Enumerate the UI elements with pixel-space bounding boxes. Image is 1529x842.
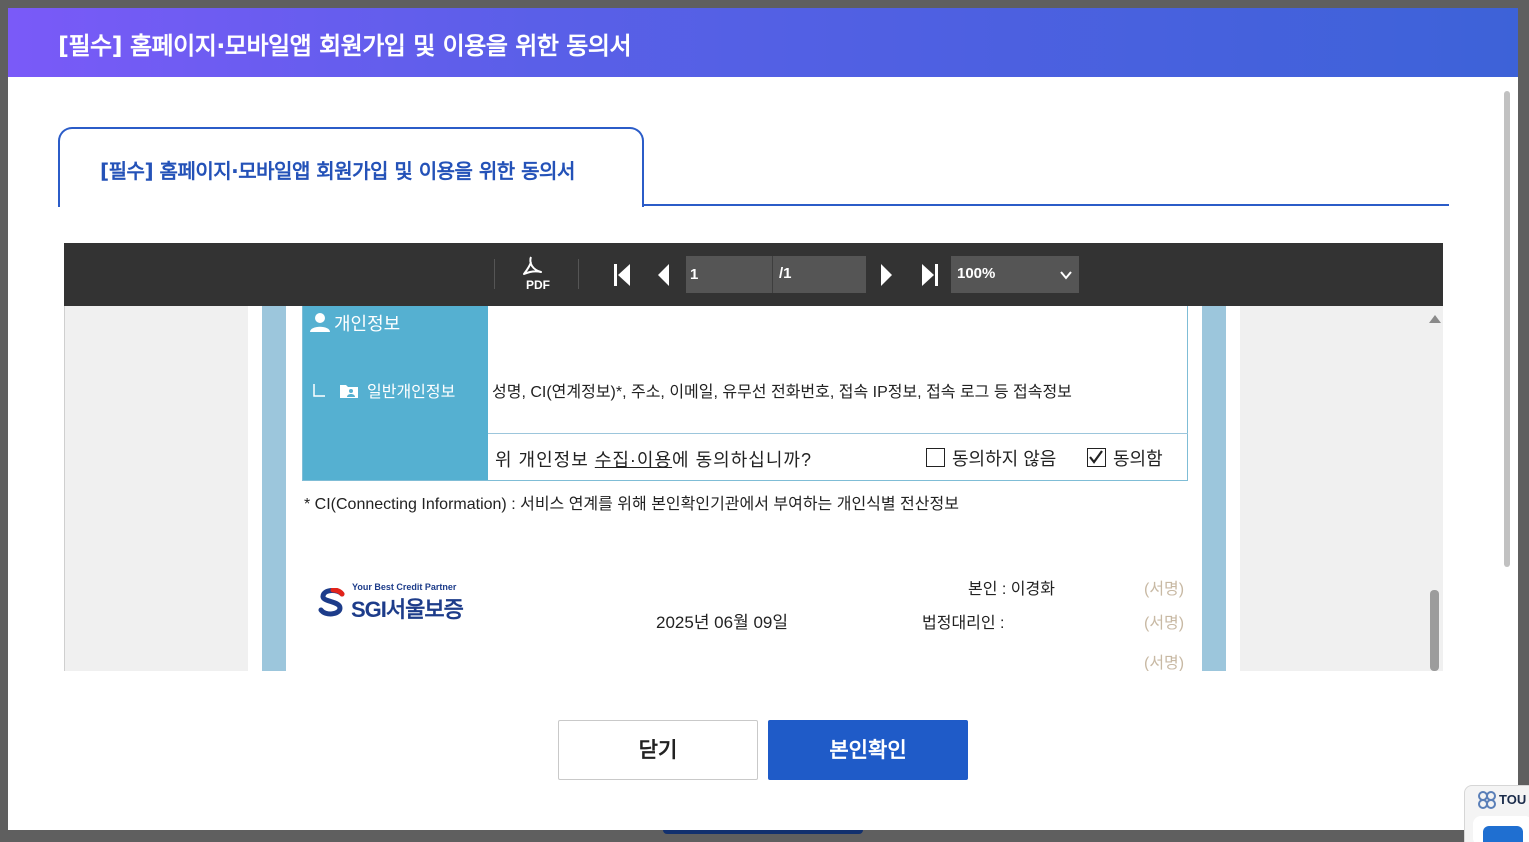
legal-agent-label: 법정대리인 : bbox=[922, 615, 1005, 632]
question-prefix: 위 개인정보 bbox=[495, 450, 595, 470]
modal-scrollbar[interactable] bbox=[1502, 83, 1512, 823]
agree-checkbox[interactable] bbox=[1087, 448, 1106, 467]
pdf-scrollbar-thumb[interactable] bbox=[1430, 590, 1439, 671]
consent-modal: [필수] 홈페이지·모바일앱 회원가입 및 이용을 위한 동의서 [필수] 홈페… bbox=[8, 8, 1518, 830]
pdf-viewer: PDF /1 100% bbox=[64, 243, 1443, 671]
collected-fields: 성명, CI(연계정보)*, 주소, 이메일, 유무선 전화번호, 접속 IP정… bbox=[492, 384, 1072, 401]
modal-header: [필수] 홈페이지·모바일앱 회원가입 및 이용을 위한 동의서 bbox=[8, 8, 1518, 77]
signature-mark: (서명) bbox=[1144, 655, 1185, 671]
category-title: 개인정보 bbox=[334, 314, 401, 334]
document-date: 2025년 06월 09일 bbox=[656, 613, 789, 632]
page-total: /1 bbox=[772, 256, 866, 293]
question-underline: 수집·이용 bbox=[594, 450, 673, 470]
pdf-canvas[interactable]: 개인정보 일반개인정보 성명, CI(연계정보)*, 주소, 이메일, 유무선 … bbox=[64, 306, 1443, 671]
last-page-icon[interactable] bbox=[918, 261, 940, 289]
chevron-down-icon bbox=[1060, 271, 1072, 280]
sgi-logo: Your Best Credit Partner SGI서울보증 bbox=[318, 582, 508, 622]
disagree-checkbox[interactable] bbox=[926, 448, 945, 467]
logo-brand: SGI서울보증 bbox=[351, 597, 464, 622]
question-suffix: 에 동의하십니까? bbox=[672, 450, 812, 470]
next-page-icon[interactable] bbox=[875, 261, 897, 289]
pdf-label: PDF bbox=[526, 278, 550, 292]
zoom-value: 100% bbox=[957, 265, 996, 282]
tab-underline bbox=[642, 204, 1449, 206]
document-content: 개인정보 일반개인정보 성명, CI(연계정보)*, 주소, 이메일, 유무선 … bbox=[64, 306, 1443, 671]
check-icon bbox=[1089, 450, 1103, 464]
scroll-up-arrow-icon[interactable] bbox=[1429, 315, 1441, 323]
page-number-input[interactable] bbox=[686, 256, 772, 293]
ci-footnote: * CI(Connecting Information) : 서비스 연계를 위… bbox=[304, 496, 959, 513]
pdf-scrollbar[interactable] bbox=[1425, 306, 1443, 671]
modal-scrollbar-thumb[interactable] bbox=[1504, 91, 1510, 567]
toolbar-separator bbox=[578, 259, 579, 289]
folder-person-icon bbox=[340, 385, 358, 398]
widget-text: TOU bbox=[1499, 792, 1527, 807]
category-subtitle: 일반개인정보 bbox=[367, 384, 456, 401]
pdf-toolbar: PDF /1 100% bbox=[64, 243, 1443, 306]
agree-label: 동의함 bbox=[1113, 449, 1163, 469]
pdf-icon bbox=[523, 256, 542, 275]
zoom-select[interactable]: 100% bbox=[951, 256, 1079, 293]
floating-widget[interactable]: TOU bbox=[1464, 785, 1529, 842]
pdf-download-button[interactable]: PDF bbox=[520, 255, 556, 295]
widget-card-icon bbox=[1483, 826, 1523, 842]
close-button[interactable]: 닫기 bbox=[558, 720, 758, 780]
tree-branch-icon bbox=[313, 384, 325, 397]
self-label: 본인 : 이경화 bbox=[968, 581, 1055, 598]
person-icon bbox=[310, 313, 330, 332]
prev-page-icon[interactable] bbox=[653, 261, 675, 289]
signature-mark: (서명) bbox=[1144, 615, 1185, 632]
sgi-logo-mark-icon bbox=[318, 588, 345, 617]
toolbar-separator bbox=[494, 259, 495, 289]
signature-mark: (서명) bbox=[1144, 581, 1185, 598]
logo-tagline: Your Best Credit Partner bbox=[352, 582, 457, 592]
consent-question: 위 개인정보 수집·이용에 동의하십니까? bbox=[495, 446, 812, 472]
widget-logo-icon bbox=[1478, 791, 1496, 809]
modal-title: [필수] 홈페이지·모바일앱 회원가입 및 이용을 위한 동의서 bbox=[58, 32, 632, 60]
background-button-edge bbox=[663, 830, 863, 834]
first-page-icon[interactable] bbox=[612, 261, 634, 289]
tab-consent-form[interactable]: [필수] 홈페이지·모바일앱 회원가입 및 이용을 위한 동의서 bbox=[58, 127, 644, 207]
row-divider bbox=[488, 433, 1188, 434]
disagree-label: 동의하지 않음 bbox=[952, 449, 1057, 469]
identity-verify-button[interactable]: 본인확인 bbox=[768, 720, 968, 780]
tab-consent-form-label: [필수] 홈페이지·모바일앱 회원가입 및 이용을 위한 동의서 bbox=[100, 159, 575, 183]
